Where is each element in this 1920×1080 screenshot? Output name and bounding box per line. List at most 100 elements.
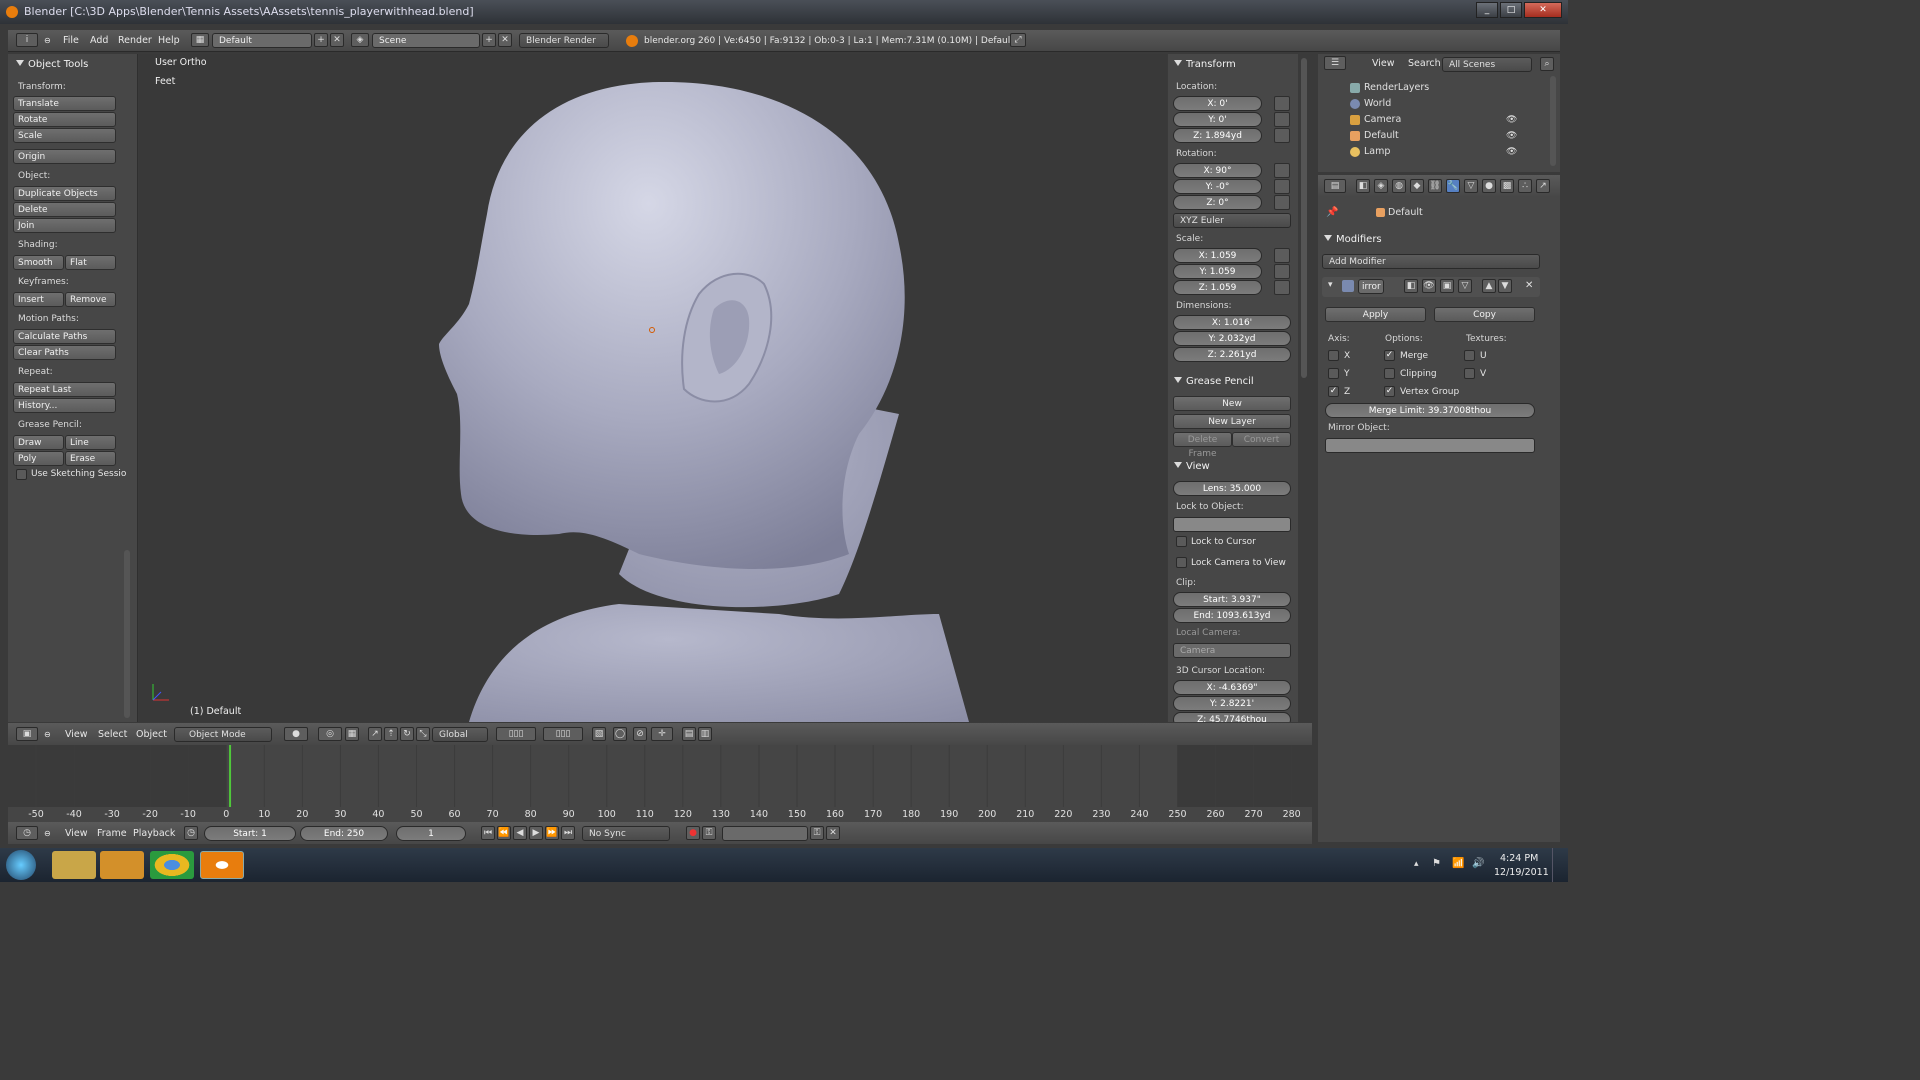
render-engine-dropdown[interactable]: Blender Render — [519, 33, 609, 48]
shading-solid-icon[interactable]: ● — [284, 727, 308, 741]
volume-icon[interactable]: 🔊 — [1472, 858, 1484, 869]
scale-manipulator-icon[interactable]: ⤡ — [416, 727, 430, 741]
repeat-last-button[interactable]: Repeat Last — [13, 382, 116, 397]
scale-x-field[interactable]: X: 1.059 — [1173, 248, 1262, 263]
merge-checkbox[interactable]: ✓ — [1384, 350, 1395, 361]
outliner-search-menu[interactable]: Search — [1408, 56, 1441, 72]
prev-keyframe-icon[interactable]: ⏪ — [497, 826, 511, 840]
record-icon[interactable]: ● — [686, 826, 700, 840]
lock-icon[interactable] — [1274, 163, 1290, 178]
fullscreen-icon[interactable]: ⤢ — [1010, 33, 1026, 47]
lock-icon[interactable] — [1274, 264, 1290, 279]
outliner-item-world[interactable]: World — [1364, 98, 1391, 109]
remove-modifier-close-icon[interactable]: ✕ — [1525, 280, 1533, 291]
tool-shelf-scrollbar[interactable] — [124, 550, 130, 718]
collapse-menu-icon[interactable]: ⊖ — [44, 727, 51, 743]
lock-to-cursor-checkbox[interactable] — [1176, 536, 1187, 547]
head-mesh-icon[interactable] — [139, 54, 1167, 722]
local-camera-field[interactable]: Camera — [1173, 643, 1291, 658]
chrome-icon[interactable] — [150, 851, 194, 879]
grease-pencil-panel-header[interactable]: Grease Pencil — [1174, 376, 1254, 387]
delete-button[interactable]: Delete — [13, 202, 116, 217]
preview-range-icon[interactable]: ◷ — [184, 826, 198, 840]
cursor-z-field[interactable]: Z: 45.7746thou — [1173, 712, 1291, 722]
pin-icon[interactable]: 📌 — [1326, 207, 1338, 218]
menu-render[interactable]: Render — [118, 33, 152, 49]
manipulator-icon[interactable]: ↗ — [368, 727, 382, 741]
poly-button[interactable]: Poly — [13, 451, 64, 466]
constraints-tab-icon[interactable]: ⛓ — [1428, 179, 1442, 193]
clip-end-field[interactable]: End: 1093.613yd — [1173, 608, 1291, 623]
properties-type-icon[interactable]: ▤ — [1324, 179, 1346, 193]
timeline-ruler[interactable]: -50 -40 -30 -20 -10 0 10 20 30 40 50 60 70 80 90 100 110… — [8, 745, 1312, 822]
rotate-manipulator-icon[interactable]: ↻ — [400, 727, 414, 741]
rotation-mode-dropdown[interactable]: XYZ Euler — [1173, 213, 1291, 228]
file-explorer-icon[interactable] — [52, 851, 96, 879]
calculate-paths-button[interactable]: Calculate Paths — [13, 329, 116, 344]
lock-camera-checkbox[interactable] — [1176, 557, 1187, 568]
close-button[interactable]: ✕ — [1524, 2, 1562, 18]
maximize-button[interactable]: □ — [1500, 2, 1522, 18]
cursor-x-field[interactable]: X: -4.6369" — [1173, 680, 1291, 695]
rotation-x-field[interactable]: X: 90° — [1173, 163, 1262, 178]
location-x-field[interactable]: X: 0' — [1173, 96, 1262, 111]
pivot-point-icon[interactable]: ◎ — [318, 727, 342, 741]
physics-tab-icon[interactable]: ↗ — [1536, 179, 1550, 193]
render-animation-icon[interactable]: ▥ — [698, 727, 712, 741]
dimension-x-field[interactable]: X: 1.016' — [1173, 315, 1291, 330]
3d-viewport[interactable]: User Ortho Feet (1) Default — [139, 54, 1167, 722]
clip-start-field[interactable]: Start: 3.937" — [1173, 592, 1291, 607]
add-scene-icon[interactable]: + — [482, 33, 496, 47]
keying-set-field[interactable] — [722, 826, 808, 841]
axis-x-checkbox[interactable] — [1328, 350, 1339, 361]
lock-icon[interactable] — [1274, 128, 1290, 143]
clock-time[interactable]: 4:24 PM — [1500, 853, 1538, 864]
outliner-search-icon[interactable]: ⌕ — [1540, 57, 1554, 71]
editmode-toggle-icon[interactable]: ▣ — [1440, 279, 1454, 293]
transform-panel-header[interactable]: Transform — [1174, 59, 1236, 70]
view-panel-header[interactable]: View — [1174, 461, 1210, 472]
render-tab-icon[interactable]: ◧ — [1356, 179, 1370, 193]
remove-screen-icon[interactable]: ✕ — [330, 33, 344, 47]
snap-icon[interactable]: ⊘ — [633, 727, 647, 741]
outliner-item-renderlayers[interactable]: RenderLayers — [1364, 82, 1429, 93]
proportional-edit-icon[interactable]: ◯ — [613, 727, 627, 741]
axis-z-checkbox[interactable]: ✓ — [1328, 386, 1339, 397]
cage-toggle-icon[interactable]: ▽ — [1458, 279, 1472, 293]
play-reverse-icon[interactable]: ◀ — [513, 826, 527, 840]
editor-type-icon[interactable]: ◷ — [16, 826, 38, 840]
delete-frame-button[interactable]: Delete Frame — [1173, 432, 1232, 459]
mode-dropdown[interactable]: Object Mode — [174, 727, 272, 742]
modifier-name-field[interactable]: irror — [1358, 279, 1384, 294]
data-tab-icon[interactable]: ▽ — [1464, 179, 1478, 193]
outliner-item-lamp[interactable]: Lamp — [1364, 146, 1390, 157]
add-modifier-dropdown[interactable]: Add Modifier — [1322, 254, 1540, 269]
apply-button[interactable]: Apply — [1325, 307, 1426, 322]
lock-icon[interactable] — [1274, 96, 1290, 111]
texture-v-checkbox[interactable] — [1464, 368, 1475, 379]
clock-date[interactable]: 12/19/2011 — [1494, 867, 1549, 878]
join-button[interactable]: Join — [13, 218, 116, 233]
scenes-dropdown[interactable]: All Scenes — [1442, 57, 1532, 72]
screen-layout-field[interactable]: Default — [212, 33, 312, 48]
menu-help[interactable]: Help — [158, 33, 180, 49]
object-tools-header[interactable]: Object Tools — [16, 59, 88, 70]
tray-arrow-icon[interactable]: ▴ — [1414, 859, 1419, 869]
move-down-icon[interactable]: ▼ — [1498, 279, 1512, 293]
merge-limit-field[interactable]: Merge Limit: 39.37008thou — [1325, 403, 1535, 418]
draw-button[interactable]: Draw — [13, 435, 64, 450]
menu-add[interactable]: Add — [90, 33, 108, 49]
axis-y-checkbox[interactable] — [1328, 368, 1339, 379]
scale-button[interactable]: Scale — [13, 128, 116, 143]
flag-icon[interactable]: ⚑ — [1432, 858, 1441, 869]
keying-set-icon[interactable]: ⚿ — [702, 826, 716, 840]
jump-start-icon[interactable]: ⏮ — [481, 826, 495, 840]
modifiers-tab-icon[interactable]: 🔧 — [1446, 179, 1460, 193]
clear-paths-button[interactable]: Clear Paths — [13, 345, 116, 360]
render-opengl-icon[interactable]: ▤ — [682, 727, 696, 741]
scene-field[interactable]: Scene — [372, 33, 480, 48]
editor-type-icon[interactable]: ▣ — [16, 727, 38, 741]
visibility-eye-icon[interactable]: 👁 — [1506, 115, 1517, 125]
sync-dropdown[interactable]: No Sync — [582, 826, 670, 841]
remove-scene-icon[interactable]: ✕ — [498, 33, 512, 47]
